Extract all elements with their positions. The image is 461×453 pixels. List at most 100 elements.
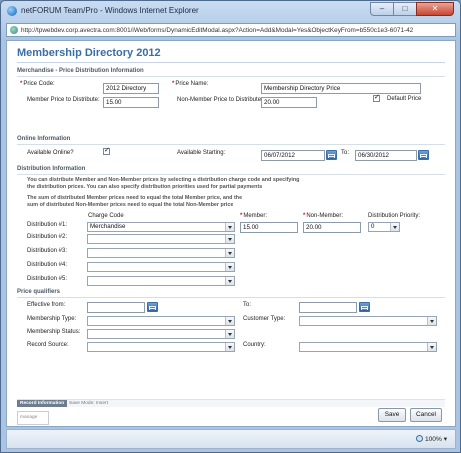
customer-type-label: Customer Type: bbox=[243, 316, 286, 322]
dropdown-arrow-icon bbox=[225, 277, 234, 285]
manage-field[interactable]: manage bbox=[17, 411, 49, 425]
dropdown-arrow-icon bbox=[225, 317, 234, 325]
nonmember-column-header: *Non-Member: bbox=[303, 213, 343, 219]
membership-status-label: Membership Status: bbox=[27, 329, 81, 335]
checkmark-icon: ✓ bbox=[374, 94, 380, 101]
membership-status-select[interactable] bbox=[87, 329, 235, 339]
online-section-divider bbox=[17, 144, 445, 145]
save-button[interactable]: Save bbox=[378, 408, 406, 422]
charge-code-select-2[interactable] bbox=[87, 234, 235, 244]
nonmember-column-header-text: Non-Member: bbox=[306, 213, 344, 219]
nonmember-price-label: Non-Member Price to Distribute: bbox=[177, 97, 263, 103]
window-controls: – □ ✕ bbox=[370, 2, 454, 16]
available-online-checkbox[interactable]: ✓ bbox=[103, 147, 110, 155]
member-price-input[interactable]: 15.00 bbox=[103, 97, 159, 108]
distribution-section-header: Distribution Information bbox=[17, 166, 86, 172]
distribution-section-divider bbox=[17, 174, 445, 175]
price-name-label-text: Price Name: bbox=[175, 81, 209, 87]
cancel-button[interactable]: Cancel bbox=[410, 408, 442, 422]
distribution-note: the distribution prices. You can also sp… bbox=[27, 184, 263, 190]
page-globe-icon bbox=[10, 26, 18, 34]
dropdown-arrow-icon bbox=[225, 249, 234, 257]
price-name-input[interactable]: Membership Directory Price bbox=[261, 83, 421, 94]
distribution-note: The sum of distributed Member prices nee… bbox=[27, 195, 243, 201]
effective-to-input[interactable] bbox=[299, 302, 357, 313]
record-information-tab[interactable]: Record Information bbox=[17, 400, 68, 407]
zoom-icon bbox=[415, 435, 423, 442]
calendar-icon[interactable] bbox=[418, 150, 429, 160]
record-source-label: Record Source: bbox=[27, 342, 69, 348]
charge-code-select-5[interactable] bbox=[87, 276, 235, 286]
member-distribution-input-1[interactable]: 15.00 bbox=[240, 222, 298, 233]
priority-select-1[interactable]: 0 bbox=[368, 222, 400, 232]
dropdown-arrow-icon bbox=[225, 235, 234, 243]
distribution-row-label: Distribution #5: bbox=[27, 276, 68, 282]
calendar-icon[interactable] bbox=[326, 150, 337, 160]
member-price-label: Member Price to Distribute: bbox=[27, 97, 100, 103]
price-section-header: Merchandise - Price Distribution Informa… bbox=[17, 68, 144, 74]
dropdown-arrow-icon bbox=[225, 343, 234, 351]
zoom-dropdown-icon[interactable]: ▾ bbox=[444, 436, 447, 443]
price-section-divider bbox=[17, 76, 445, 77]
default-price-checkbox[interactable]: ✓ bbox=[373, 94, 380, 102]
price-code-input[interactable]: 2012 Directory bbox=[103, 83, 159, 94]
zoom-control[interactable]: 100% ▾ bbox=[415, 435, 447, 443]
effective-from-label: Effective from: bbox=[27, 302, 66, 308]
membership-type-select[interactable] bbox=[87, 316, 235, 326]
price-code-label-text: Price Code: bbox=[23, 81, 55, 87]
required-marker: * bbox=[20, 81, 23, 87]
charge-code-select-3[interactable] bbox=[87, 248, 235, 258]
close-window-button[interactable]: ✕ bbox=[416, 2, 454, 16]
maximize-button[interactable]: □ bbox=[393, 2, 417, 16]
title-bar: netFORUM Team/Pro - Windows Internet Exp… bbox=[1, 1, 460, 21]
dropdown-arrow-icon bbox=[427, 317, 436, 325]
distribution-note: sum of distributed Non-Member prices nee… bbox=[27, 202, 234, 208]
effective-to-label: To: bbox=[243, 302, 252, 308]
title-divider bbox=[17, 62, 445, 63]
dropdown-arrow-icon bbox=[427, 343, 436, 351]
address-bar[interactable]: http://tpwebdev.corp.avectra.com:8001/iW… bbox=[6, 23, 456, 37]
charge-code-select-4[interactable] bbox=[87, 262, 235, 272]
charge-code-value: Merchandise bbox=[90, 223, 126, 230]
address-url[interactable]: http://tpwebdev.corp.avectra.com:8001/iW… bbox=[21, 27, 453, 34]
priority-column-header: Distribution Priority: bbox=[368, 213, 421, 219]
customer-type-select[interactable] bbox=[299, 316, 437, 326]
distribution-row-label: Distribution #4: bbox=[27, 262, 68, 268]
member-column-header-text: Member: bbox=[243, 213, 268, 219]
nonmember-distribution-input-1[interactable]: 20.00 bbox=[303, 222, 361, 233]
default-price-label: Default Price bbox=[387, 96, 422, 102]
available-online-label: Available Online? bbox=[27, 150, 74, 156]
modal-content: Membership Directory 2012 Merchandise - … bbox=[6, 40, 456, 427]
calendar-icon[interactable] bbox=[359, 302, 370, 312]
calendar-icon[interactable] bbox=[147, 302, 158, 312]
distribution-row-label: Distribution #3: bbox=[27, 248, 68, 254]
distribution-row-label: Distribution #2: bbox=[27, 234, 68, 240]
required-marker: * bbox=[172, 81, 175, 87]
window-title: netFORUM Team/Pro - Windows Internet Exp… bbox=[21, 6, 199, 15]
dropdown-arrow-icon bbox=[225, 263, 234, 271]
record-info-bar: Record Information Save Mode: Insert bbox=[17, 399, 445, 407]
online-section-header: Online Information bbox=[17, 136, 71, 142]
distribution-row-label: Distribution #1: bbox=[27, 222, 68, 228]
price-name-label: *Price Name: bbox=[172, 81, 208, 87]
charge-code-select-1[interactable]: Merchandise bbox=[87, 222, 235, 232]
effective-from-input[interactable] bbox=[87, 302, 145, 313]
priority-value: 0 bbox=[371, 223, 375, 230]
available-starting-input[interactable]: 06/07/2012 bbox=[261, 150, 325, 161]
online-to-label: To: bbox=[341, 150, 350, 156]
dropdown-arrow-icon bbox=[225, 330, 234, 338]
required-marker: * bbox=[240, 213, 243, 219]
ie-logo-icon bbox=[7, 6, 17, 16]
country-select[interactable] bbox=[299, 342, 437, 352]
required-marker: * bbox=[303, 213, 306, 219]
charge-code-column-header: Charge Code bbox=[88, 213, 124, 219]
dropdown-arrow-icon bbox=[390, 223, 399, 231]
record-source-select[interactable] bbox=[87, 342, 235, 352]
minimize-button[interactable]: – bbox=[370, 2, 394, 16]
available-to-input[interactable]: 06/30/2012 bbox=[355, 150, 417, 161]
price-code-label: *Price Code: bbox=[20, 81, 55, 87]
available-starting-label: Available Starting: bbox=[177, 150, 226, 156]
nonmember-price-input[interactable]: 20.00 bbox=[261, 97, 317, 108]
country-label: Country: bbox=[243, 342, 266, 348]
status-bar: 100% ▾ bbox=[6, 429, 456, 449]
